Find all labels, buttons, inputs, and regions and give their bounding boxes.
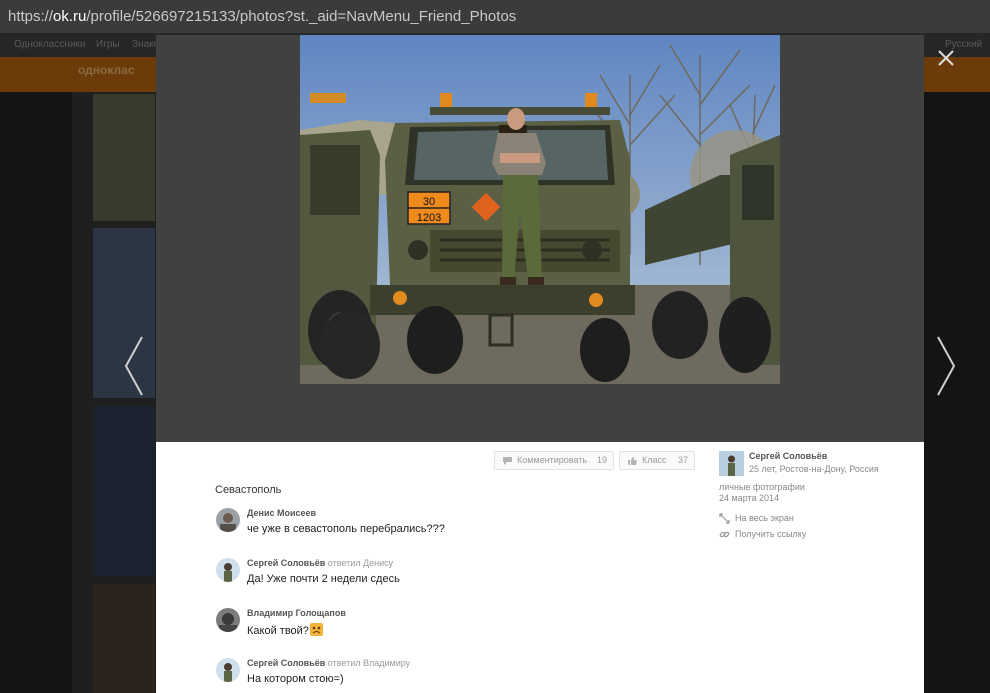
avatar-image: [220, 513, 236, 532]
thumbs-up-icon: [628, 457, 637, 465]
comment-text: Какой твой?: [247, 625, 309, 637]
hazard-plate-top: 30: [423, 196, 435, 208]
site-topbar-item[interactable]: Одноклассники: [14, 33, 85, 57]
link-icon: [719, 531, 730, 538]
avatar[interactable]: [216, 608, 240, 632]
comment-text: Да! Уже почти 2 недели сдесь: [247, 573, 400, 585]
comment-count: 19: [596, 455, 607, 465]
comment-author-name[interactable]: Сергей Соловьёв: [247, 658, 325, 668]
comment-author[interactable]: Владимир Голощапов: [247, 608, 346, 618]
url-prefix: https://: [8, 8, 54, 25]
avatar-image: [224, 663, 232, 682]
photo-thumbnail[interactable]: [93, 584, 155, 693]
avatar-image: [219, 613, 237, 632]
comment-author-name[interactable]: Денис Моисеев: [247, 508, 316, 518]
owner-name[interactable]: Сергей Соловьёв: [749, 451, 827, 461]
photo-description: Севастополь: [215, 484, 282, 496]
album-name[interactable]: личные фотографии: [719, 482, 805, 492]
comment-text-row: Какой твой?: [247, 623, 323, 637]
photo-viewer: 30 1203: [156, 35, 924, 442]
comment-author-name[interactable]: Сергей Соловьёв: [247, 558, 325, 568]
photo-thumbnail[interactable]: [93, 406, 155, 576]
photo[interactable]: 30 1203: [300, 35, 780, 384]
fullscreen-label: На весь экран: [735, 513, 794, 523]
owner-avatar[interactable]: [719, 451, 744, 476]
avatar[interactable]: [216, 508, 240, 532]
url-path: /profile/526697215133/photos?st._aid=Nav…: [86, 8, 517, 25]
address-bar[interactable]: https://ok.ru/profile/526697215133/photo…: [0, 0, 990, 33]
avatar-image: [224, 563, 232, 582]
comment-author[interactable]: Сергей Соловьёв ответил Владимиру: [247, 658, 410, 668]
comment-text: че уже в севастополь перебрались???: [247, 523, 445, 535]
owner-meta: 25 лет, Ростов-на-Дону, Россия: [749, 464, 879, 474]
comment-author-name[interactable]: Владимир Голощапов: [247, 608, 346, 618]
chevron-right-icon[interactable]: [934, 335, 958, 397]
site-topbar-item[interactable]: Игры: [96, 33, 120, 57]
chevron-left-icon[interactable]: [122, 335, 146, 397]
comment-reply-to: ответил Владимиру: [327, 658, 411, 668]
comment-author[interactable]: Денис Моисеев: [247, 508, 316, 518]
like-button[interactable]: Класс 37: [619, 451, 695, 470]
hazard-plate-bottom: 1203: [417, 212, 441, 224]
comment-button[interactable]: Комментировать 19: [494, 451, 614, 470]
get-link-label: Получить ссылку: [735, 529, 807, 539]
close-icon[interactable]: [934, 48, 958, 68]
site-logo: одноклас: [78, 63, 135, 77]
comment-text: На котором стою=): [247, 673, 344, 685]
photo-thumbnail[interactable]: [93, 94, 155, 221]
comment-button-label: Комментировать: [517, 455, 588, 465]
avatar[interactable]: [216, 558, 240, 582]
like-count: 37: [677, 455, 688, 465]
url-host: ok.ru: [53, 8, 87, 25]
photo-image: 30 1203: [300, 35, 780, 384]
photo-info-panel: Комментировать 19 Класс 37 Севастополь Д…: [156, 442, 924, 693]
avatar[interactable]: [216, 658, 240, 682]
comment-icon: [503, 457, 512, 465]
owner-avatar-image: [719, 451, 744, 476]
comment-author[interactable]: Сергей Соловьёв ответил Денису: [247, 558, 393, 568]
comment-reply-to: ответил Денису: [327, 558, 394, 568]
like-button-label: Класс: [642, 455, 667, 465]
crying-emoji-icon: [309, 623, 323, 636]
expand-icon: [719, 513, 730, 524]
photo-date: 24 марта 2014: [719, 493, 780, 503]
